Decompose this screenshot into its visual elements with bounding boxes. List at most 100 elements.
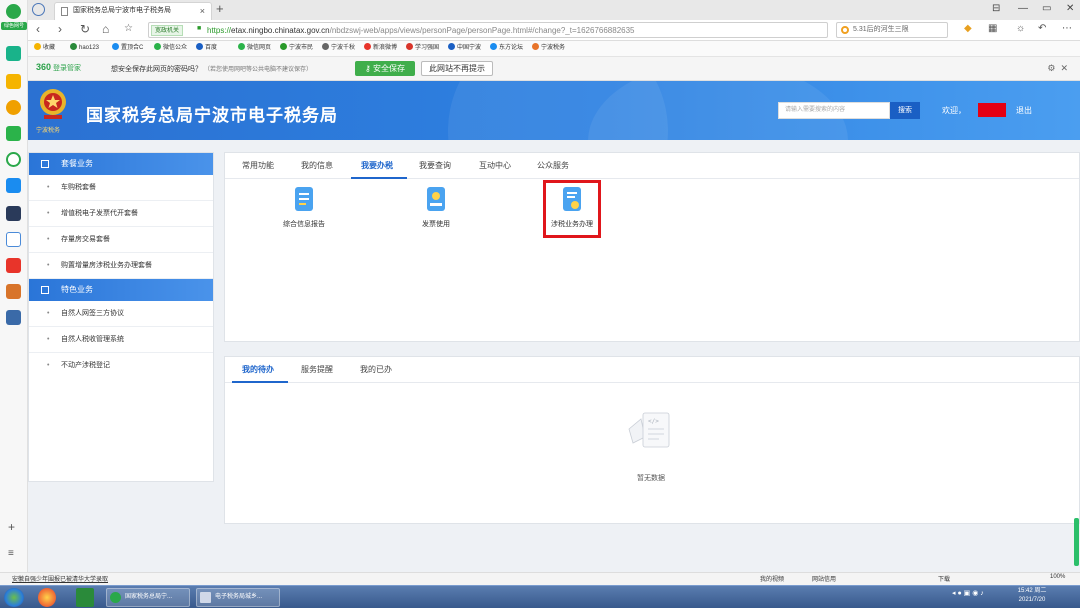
browser-tab[interactable]: 国家税务总局宁波市电子税务局 × [54, 2, 212, 20]
excel-icon[interactable] [76, 588, 94, 607]
pdd-icon[interactable] [6, 178, 21, 193]
calendar-icon[interactable] [6, 232, 21, 247]
bottom-tabs-tab[interactable]: 我的已办 [360, 364, 392, 375]
active-tab-indicator [351, 177, 407, 179]
browser-nav-icon[interactable] [32, 3, 45, 16]
top-tabs-tab[interactable]: 我要查询 [419, 160, 451, 171]
bookmark-item[interactable]: 收藏 [34, 43, 55, 54]
never-remind-button[interactable]: 此网站不再提示 [421, 61, 493, 76]
minimize-icon[interactable]: — [1018, 3, 1028, 14]
bookmark-label: 百度 [205, 45, 218, 51]
back-icon[interactable]: ‹ [36, 22, 40, 36]
taskbar-browser-window[interactable]: 国家税务总局宁... [106, 588, 190, 607]
system-clock[interactable]: 15:42 周二 2021/7/20 [1012, 587, 1052, 605]
bookmark-item[interactable]: 学习强国 [406, 43, 439, 54]
bookmark-item[interactable]: 中国宁波 [448, 43, 481, 54]
url-input[interactable]: 宽政机关 ■ https://etax.ningbo.chinatax.gov.… [148, 22, 828, 38]
close-icon[interactable]: × [200, 3, 205, 19]
browser-logo-icon[interactable] [6, 4, 21, 19]
browser-search-input[interactable]: 5.31后的河生三限 [836, 22, 948, 38]
sidebar-item-package[interactable]: 购置增量房涉税业务办理套餐 [29, 253, 213, 279]
restore-icon[interactable]: ▭ [1042, 3, 1051, 14]
site-search-button[interactable]: 搜索 [890, 102, 920, 119]
svg-text:</>: </> [648, 418, 659, 425]
menu-icon[interactable]: ≡ [8, 548, 14, 559]
system-tray[interactable]: ◂ ● ▣ ◉ ♪ [952, 589, 984, 597]
start-button[interactable] [4, 588, 24, 607]
settings-icon[interactable]: ☼ [1016, 23, 1025, 34]
shirt-icon[interactable]: ⊟ [992, 3, 1000, 14]
refresh-icon[interactable]: ↻ [80, 22, 90, 36]
hospital-icon[interactable] [6, 46, 21, 61]
status-my-video[interactable]: 我的视频 [760, 574, 784, 583]
more-icon[interactable]: ⋯ [1062, 23, 1072, 34]
site-header: 宁波税务 国家税务总局宁波市电子税务局 请输入需要搜索的内容 搜索 欢迎， 退出 [28, 81, 1080, 140]
top-tabs-tab[interactable]: 公众服务 [537, 160, 569, 171]
bookmark-item[interactable]: 宁波市民 [280, 43, 313, 54]
undo-icon[interactable]: ↶ [1038, 23, 1046, 34]
shield-icon[interactable]: ◆ [964, 23, 972, 34]
app-colorful-icon[interactable] [38, 588, 56, 607]
browser-logo-label: 绿色网号 [1, 22, 27, 30]
bookmark-item[interactable]: 宁波税务 [532, 43, 565, 54]
home-icon[interactable]: ⌂ [102, 22, 109, 36]
service-invoice-use[interactable]: 发票使用 [391, 187, 481, 229]
app-icon[interactable] [6, 206, 21, 221]
game2-icon[interactable] [6, 310, 21, 325]
status-site-credit[interactable]: 网站信用 [812, 574, 836, 583]
highlight-annotation [543, 180, 601, 238]
browser-icon [110, 592, 121, 603]
bottom-tabs-tab[interactable]: 服务提醒 [301, 364, 333, 375]
bookmark-star-icon[interactable]: ☆ [124, 23, 133, 34]
forward-icon[interactable]: › [58, 22, 62, 36]
close-window-icon[interactable]: ✕ [1066, 3, 1074, 14]
taskbar-tax-window[interactable]: 电子税务局城乡... [196, 588, 280, 607]
bottom-tabs-tab[interactable]: 我的待办 [242, 364, 274, 375]
game-icon[interactable] [6, 284, 21, 299]
search-engine-icon [841, 26, 849, 34]
sidebar-group-package[interactable]: 套餐业务 [29, 153, 213, 175]
window-icon [200, 592, 211, 603]
news-ticker-link[interactable]: 安徽自强少年围报已被清华大学录取 [12, 574, 108, 583]
service-info-report[interactable]: 综合信息报告 [259, 187, 349, 229]
page-scrollbar[interactable] [1074, 518, 1079, 566]
bookmark-item[interactable]: 置顶合C [112, 43, 143, 54]
sidebar-item-package[interactable]: 增值税电子发票代开套餐 [29, 201, 213, 227]
new-tab-button[interactable]: + [216, 1, 224, 16]
status-download[interactable]: 下载 [938, 574, 950, 583]
status-zoom[interactable]: 100% [1050, 574, 1065, 580]
sidebar-item-package[interactable]: 车购税套餐 [29, 175, 213, 201]
password-bar-settings-icon[interactable]: ⚙ ✕ [1047, 63, 1068, 74]
sidebar-group-label: 特色业务 [61, 285, 93, 294]
link-icon[interactable] [6, 152, 21, 167]
bookmark-item[interactable]: 微信网页 [238, 43, 271, 54]
sidebar-item-special[interactable]: 不动产涉税登记 [29, 353, 213, 379]
sidebar-item-special[interactable]: 自然人网签三方协议 [29, 301, 213, 327]
sidebar-group-special[interactable]: 特色业务 [29, 279, 213, 301]
top-tabs-tab[interactable]: 常用功能 [242, 160, 274, 171]
add-icon[interactable]: + [8, 520, 15, 534]
address-bar: ‹ › ↻ ⌂ ☆ 宽政机关 ■ https://etax.ningbo.chi… [28, 20, 1080, 41]
bookmark-icon [112, 43, 119, 50]
bookmark-item[interactable]: hao123 [70, 43, 99, 54]
top-tabs-tab[interactable]: 我要办税 [361, 160, 393, 171]
top-tabs-tab[interactable]: 互动中心 [479, 160, 511, 171]
bookmark-item[interactable]: 宁波千秋 [322, 43, 355, 54]
sidebar-item-special[interactable]: 自然人税收管理系统 [29, 327, 213, 353]
bookmark-item[interactable]: 百度 [196, 43, 217, 54]
sidebar-item-package[interactable]: 存量房交易套餐 [29, 227, 213, 253]
star-icon[interactable] [6, 74, 21, 89]
bookmark-icon [322, 43, 329, 50]
save-password-button[interactable]: ⚷ 安全保存 [355, 61, 415, 76]
mail-icon[interactable] [6, 126, 21, 141]
bookmark-item[interactable]: 东方论坛 [490, 43, 523, 54]
grid-icon[interactable]: ▦ [988, 23, 997, 34]
bookmark-label: 微信公众 [163, 45, 188, 51]
logout-link[interactable]: 退出 [1016, 105, 1032, 116]
weibo-icon[interactable] [6, 100, 21, 115]
site-search-input[interactable]: 请输入需要搜索的内容 [778, 102, 890, 119]
shop-icon[interactable] [6, 258, 21, 273]
bookmark-item[interactable]: 新浪微博 [364, 43, 397, 54]
top-tabs-tab[interactable]: 我的信息 [301, 160, 333, 171]
bookmark-item[interactable]: 微信公众 [154, 43, 187, 54]
